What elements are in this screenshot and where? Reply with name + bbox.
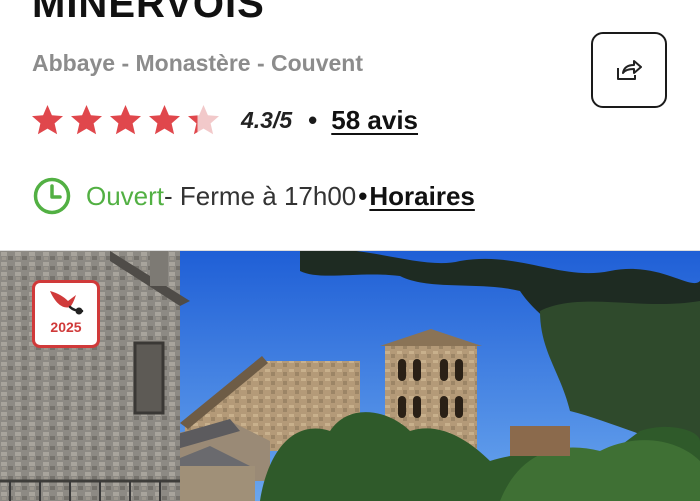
star-rating	[30, 103, 221, 138]
award-bird-icon	[50, 291, 84, 315]
share-icon	[617, 60, 642, 80]
page-title: MINERVOIS	[32, 0, 265, 26]
open-status: Ouvert	[86, 180, 165, 211]
star-icon	[188, 104, 219, 134]
hours-row: Ouvert - Ferme à 17h00 • Horaires	[32, 176, 475, 216]
star-icon	[110, 104, 141, 134]
rating-value: 4.3/5	[241, 106, 293, 133]
award-badge: 2025	[32, 280, 100, 348]
share-button[interactable]	[591, 32, 667, 108]
star-icon	[71, 104, 102, 134]
closing-time: - Ferme à 17h00	[164, 180, 357, 211]
rating-row: 4.3/5 • 58 avis	[30, 100, 418, 140]
hours-link[interactable]: Horaires	[369, 181, 475, 212]
place-category: Abbaye - Monastère - Couvent	[32, 50, 363, 76]
abbey-photo-illustration	[0, 251, 700, 501]
clock-icon	[33, 177, 71, 215]
hours-separator: •	[358, 180, 368, 211]
place-photo[interactable]	[0, 250, 700, 501]
rating-separator: •	[308, 104, 318, 135]
reviews-link[interactable]: 58 avis	[331, 105, 418, 136]
star-icon	[149, 104, 180, 134]
star-icon	[32, 104, 63, 134]
badge-year: 2025	[50, 319, 82, 335]
